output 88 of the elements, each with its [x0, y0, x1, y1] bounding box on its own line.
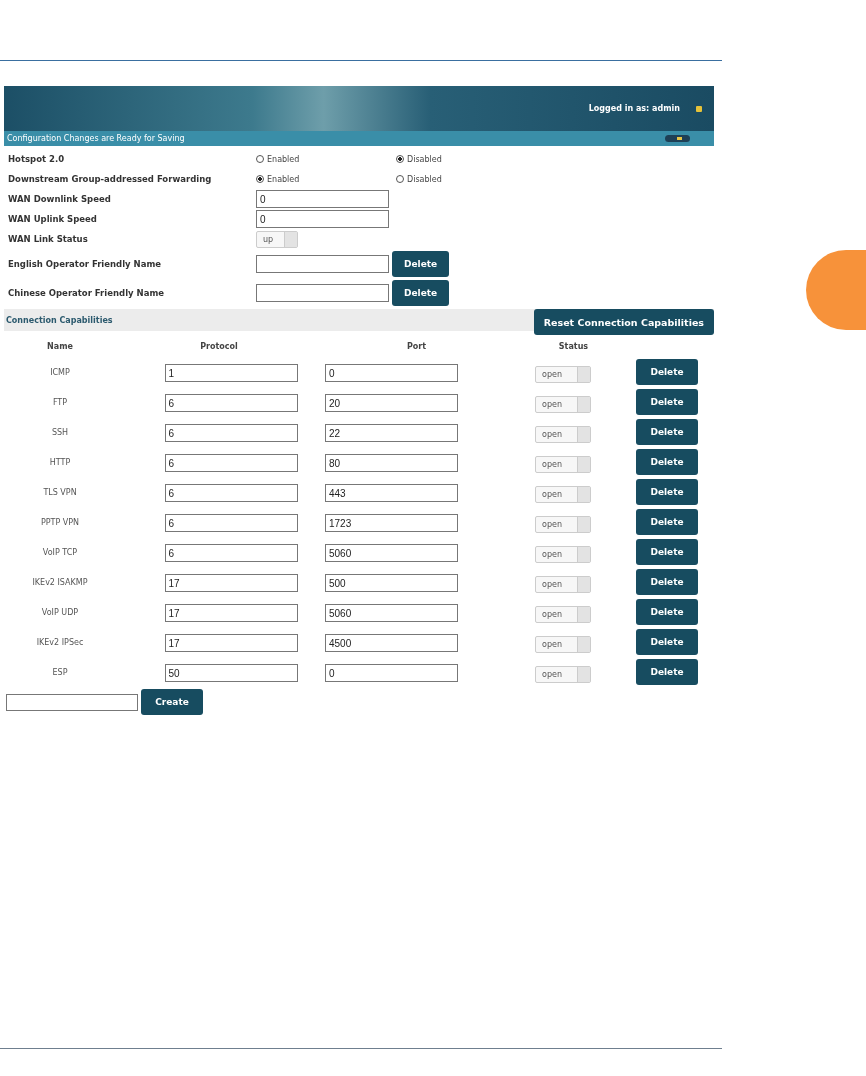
input-field[interactable]: 1: [164, 364, 298, 383]
table-cell-text: HTTP: [48, 457, 72, 467]
table-cell-text: VoIP TCP: [41, 547, 79, 557]
input-field[interactable]: 500: [325, 574, 458, 593]
input-field[interactable]: 4500: [325, 634, 458, 653]
input-field[interactable]: 17: [164, 574, 298, 593]
field-label: English Operator Friendly Name: [7, 258, 163, 269]
table-cell-text: SSH: [50, 427, 70, 437]
radio-label: Enabled: [267, 174, 300, 184]
field-label: Downstream Group-addressed Forwarding: [7, 174, 213, 184]
delete-button[interactable]: Delete: [636, 419, 698, 445]
dropdown[interactable]: up: [256, 230, 298, 248]
input-field[interactable]: 6: [164, 484, 298, 503]
delete-button[interactable]: Delete: [636, 629, 698, 655]
table-cell-text: PPTP VPN: [39, 517, 81, 527]
input-field[interactable]: 17: [164, 604, 298, 623]
input-field[interactable]: [6, 693, 138, 711]
settings-icon[interactable]: [696, 105, 702, 112]
delete-button[interactable]: Delete: [636, 599, 698, 625]
delete-button[interactable]: Delete: [636, 479, 698, 505]
table-cell-text: TLS VPN: [42, 487, 78, 497]
reset-button[interactable]: Reset Connection Capabilities: [533, 309, 714, 335]
input-field[interactable]: 6: [164, 424, 298, 443]
input-field[interactable]: 0: [325, 364, 458, 383]
delete-button[interactable]: Delete: [636, 359, 698, 385]
create-button[interactable]: Create: [141, 689, 203, 715]
table-cell-text: FTP: [51, 397, 69, 407]
dropdown[interactable]: open: [535, 485, 591, 503]
input-field[interactable]: [256, 283, 389, 302]
radio-label: Disabled: [407, 174, 442, 184]
dropdown[interactable]: open: [535, 395, 591, 413]
section-title: Connection Capabilities: [5, 315, 113, 325]
field-label: WAN Downlink Speed: [7, 194, 112, 204]
field-label: WAN Link Status: [7, 234, 89, 244]
input-field[interactable]: 5060: [325, 544, 458, 563]
dropdown[interactable]: open: [535, 365, 591, 383]
delete-button[interactable]: Delete: [636, 389, 698, 415]
input-field[interactable]: 50: [164, 664, 298, 683]
input-field[interactable]: 6: [164, 454, 298, 473]
input-field[interactable]: 5060: [325, 604, 458, 623]
delete-button[interactable]: Delete: [636, 449, 698, 475]
column-header: Status: [557, 341, 590, 351]
input-field[interactable]: [256, 254, 389, 273]
radio-button[interactable]: [396, 155, 404, 163]
input-field[interactable]: 0: [256, 210, 389, 228]
dropdown[interactable]: open: [535, 545, 591, 563]
table-cell-text: ICMP: [49, 367, 71, 377]
radio-button[interactable]: [256, 175, 264, 183]
input-field[interactable]: 80: [325, 454, 458, 473]
dropdown[interactable]: open: [535, 455, 591, 473]
radio-label: Enabled: [267, 154, 300, 164]
input-field[interactable]: 443: [325, 484, 458, 503]
radio-button[interactable]: [396, 175, 404, 183]
delete-button[interactable]: Delete: [636, 539, 698, 565]
table-cell-text: IKEv2 ISAKMP: [31, 577, 89, 587]
column-header: Protocol: [199, 341, 239, 351]
input-field[interactable]: 17: [164, 634, 298, 653]
delete-button[interactable]: Delete: [636, 569, 698, 595]
notice-text: Configuration Changes are Ready for Saving: [7, 134, 185, 143]
table-cell-text: IKEv2 IPSec: [35, 637, 85, 647]
table-cell-text: ESP: [51, 667, 69, 677]
input-field[interactable]: 0: [256, 190, 389, 208]
dropdown[interactable]: open: [535, 575, 591, 593]
delete-button[interactable]: Delete: [392, 279, 450, 306]
input-field[interactable]: 6: [164, 394, 298, 413]
input-field[interactable]: 1723: [325, 514, 458, 533]
input-field[interactable]: 6: [164, 544, 298, 563]
radio-button[interactable]: [256, 155, 264, 163]
field-label: Hotspot 2.0: [7, 154, 66, 164]
field-label: Chinese Operator Friendly Name: [7, 287, 165, 298]
radio-label: Disabled: [407, 154, 442, 164]
column-header: Port: [405, 341, 428, 351]
table-cell-text: VoIP UDP: [40, 607, 80, 617]
field-label: WAN Uplink Speed: [7, 214, 98, 224]
dropdown[interactable]: open: [535, 665, 591, 683]
column-header: Name: [46, 341, 74, 351]
dropdown[interactable]: open: [535, 605, 591, 623]
delete-button[interactable]: Delete: [636, 509, 698, 535]
login-status: Logged in as: admin: [588, 104, 680, 113]
delete-button[interactable]: Delete: [392, 250, 450, 277]
delete-button[interactable]: Delete: [636, 659, 698, 685]
dropdown[interactable]: open: [535, 635, 591, 653]
input-field[interactable]: 0: [325, 664, 458, 683]
dropdown[interactable]: open: [535, 515, 591, 533]
input-field[interactable]: 20: [325, 394, 458, 413]
dropdown[interactable]: open: [535, 425, 591, 443]
input-field[interactable]: 22: [325, 424, 458, 443]
input-field[interactable]: 6: [164, 514, 298, 533]
